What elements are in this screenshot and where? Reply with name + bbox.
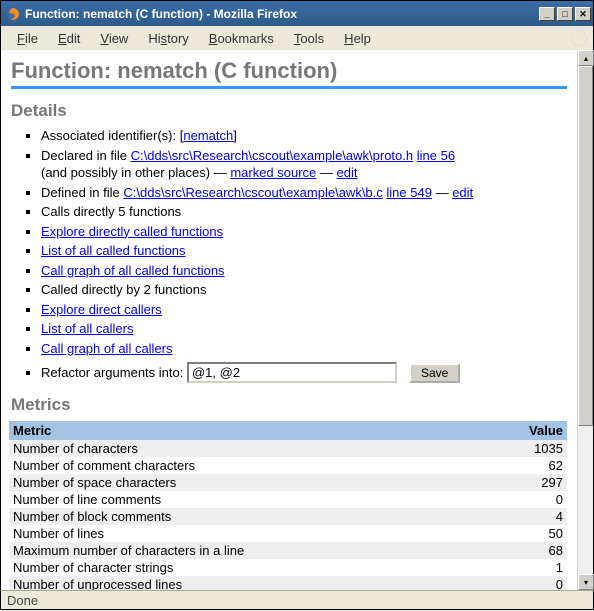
link-explore-callers[interactable]: Explore direct callers (41, 302, 162, 317)
detail-explore-called: Explore directly called functions (41, 223, 567, 241)
scroll-track[interactable] (578, 66, 593, 574)
scroll-down-button[interactable]: ▾ (578, 574, 594, 590)
table-row: Number of character strings1 (9, 559, 567, 576)
detail-defined: Defined in file C:\dds\src\Research\csco… (41, 184, 567, 202)
detail-graph-callers: Call graph of all callers (41, 340, 567, 358)
metric-value: 4 (497, 508, 567, 525)
detail-called-by: Called directly by 2 functions (41, 281, 567, 299)
detail-associated: Associated identifier(s): [nematch] (41, 127, 567, 145)
menu-view[interactable]: View (90, 29, 138, 48)
link-explore-called[interactable]: Explore directly called functions (41, 224, 223, 239)
metric-name: Number of space characters (9, 474, 497, 491)
table-row: Number of line comments0 (9, 491, 567, 508)
metric-value: 68 (497, 542, 567, 559)
detail-calls-directly: Calls directly 5 functions (41, 203, 567, 221)
content-frame: Function: nematch (C function) Details A… (0, 50, 594, 590)
metric-name: Number of block comments (9, 508, 497, 525)
page-title: Function: nematch (C function) (11, 58, 567, 89)
detail-declared: Declared in file C:\dds\src\Research\csc… (41, 147, 567, 182)
metric-value: 62 (497, 457, 567, 474)
metric-name: Number of character strings (9, 559, 497, 576)
table-row: Number of characters1035 (9, 440, 567, 457)
page-content: Function: nematch (C function) Details A… (1, 50, 577, 590)
menu-tools[interactable]: Tools (284, 29, 334, 48)
table-row: Number of lines50 (9, 525, 567, 542)
status-bar: Done (0, 590, 594, 610)
metric-value: 50 (497, 525, 567, 542)
link-declared-file[interactable]: C:\dds\src\Research\cscout\example\awk\p… (131, 148, 414, 163)
minimize-button[interactable]: _ (539, 7, 555, 21)
link-marked-source[interactable]: marked source (230, 165, 316, 180)
scroll-thumb[interactable] (578, 66, 593, 426)
close-button[interactable]: ✕ (575, 7, 591, 21)
metrics-table: Metric Value Number of characters1035Num… (9, 421, 567, 590)
scroll-up-button[interactable]: ▴ (578, 50, 594, 66)
window-titlebar: Function: nematch (C function) - Mozilla… (0, 0, 594, 26)
metric-value: 297 (497, 474, 567, 491)
menu-bookmarks[interactable]: Bookmarks (199, 29, 284, 48)
metrics-header-value: Value (497, 421, 567, 440)
menu-bar: File Edit View History Bookmarks Tools H… (0, 26, 594, 50)
save-button[interactable]: Save (409, 363, 460, 383)
metric-value: 1035 (497, 440, 567, 457)
metric-name: Maximum number of characters in a line (9, 542, 497, 559)
detail-list-called: List of all called functions (41, 242, 567, 260)
vertical-scrollbar[interactable]: ▴ ▾ (577, 50, 593, 590)
table-row: Number of block comments4 (9, 508, 567, 525)
refactor-input[interactable] (187, 362, 397, 383)
table-row: Maximum number of characters in a line68 (9, 542, 567, 559)
link-graph-callers[interactable]: Call graph of all callers (41, 341, 173, 356)
menu-file[interactable]: File (7, 29, 48, 48)
metric-name: Number of unprocessed lines (9, 576, 497, 590)
detail-list-callers: List of all callers (41, 320, 567, 338)
table-row: Number of comment characters62 (9, 457, 567, 474)
status-text: Done (7, 593, 38, 608)
throbber-icon (571, 30, 587, 46)
table-row: Number of space characters297 (9, 474, 567, 491)
metric-name: Number of characters (9, 440, 497, 457)
menu-edit[interactable]: Edit (48, 29, 90, 48)
metric-value: 0 (497, 576, 567, 590)
details-heading: Details (11, 101, 567, 121)
link-edit-declared[interactable]: edit (337, 165, 358, 180)
metric-name: Number of lines (9, 525, 497, 542)
window-title: Function: nematch (C function) - Mozilla… (25, 7, 539, 21)
metrics-heading: Metrics (11, 395, 567, 415)
detail-explore-callers: Explore direct callers (41, 301, 567, 319)
metric-value: 0 (497, 491, 567, 508)
link-declared-line[interactable]: line 56 (417, 148, 455, 163)
link-graph-called[interactable]: Call graph of all called functions (41, 263, 225, 278)
menu-history[interactable]: History (138, 29, 198, 48)
metric-name: Number of line comments (9, 491, 497, 508)
detail-graph-called: Call graph of all called functions (41, 262, 567, 280)
details-list: Associated identifier(s): [nematch] Decl… (11, 127, 567, 383)
detail-refactor: Refactor arguments into: Save (41, 362, 567, 383)
link-defined-file[interactable]: C:\dds\src\Research\cscout\example\awk\b… (123, 185, 382, 200)
link-defined-line[interactable]: line 549 (386, 185, 432, 200)
link-list-callers[interactable]: List of all callers (41, 321, 133, 336)
link-list-called[interactable]: List of all called functions (41, 243, 186, 258)
maximize-button[interactable]: □ (557, 7, 573, 21)
metric-name: Number of comment characters (9, 457, 497, 474)
link-edit-defined[interactable]: edit (452, 185, 473, 200)
menu-help[interactable]: Help (334, 29, 381, 48)
metric-value: 1 (497, 559, 567, 576)
table-row: Number of unprocessed lines0 (9, 576, 567, 590)
metrics-header-metric: Metric (9, 421, 497, 440)
firefox-icon (5, 6, 21, 22)
link-nematch-id[interactable]: nematch (183, 128, 233, 143)
